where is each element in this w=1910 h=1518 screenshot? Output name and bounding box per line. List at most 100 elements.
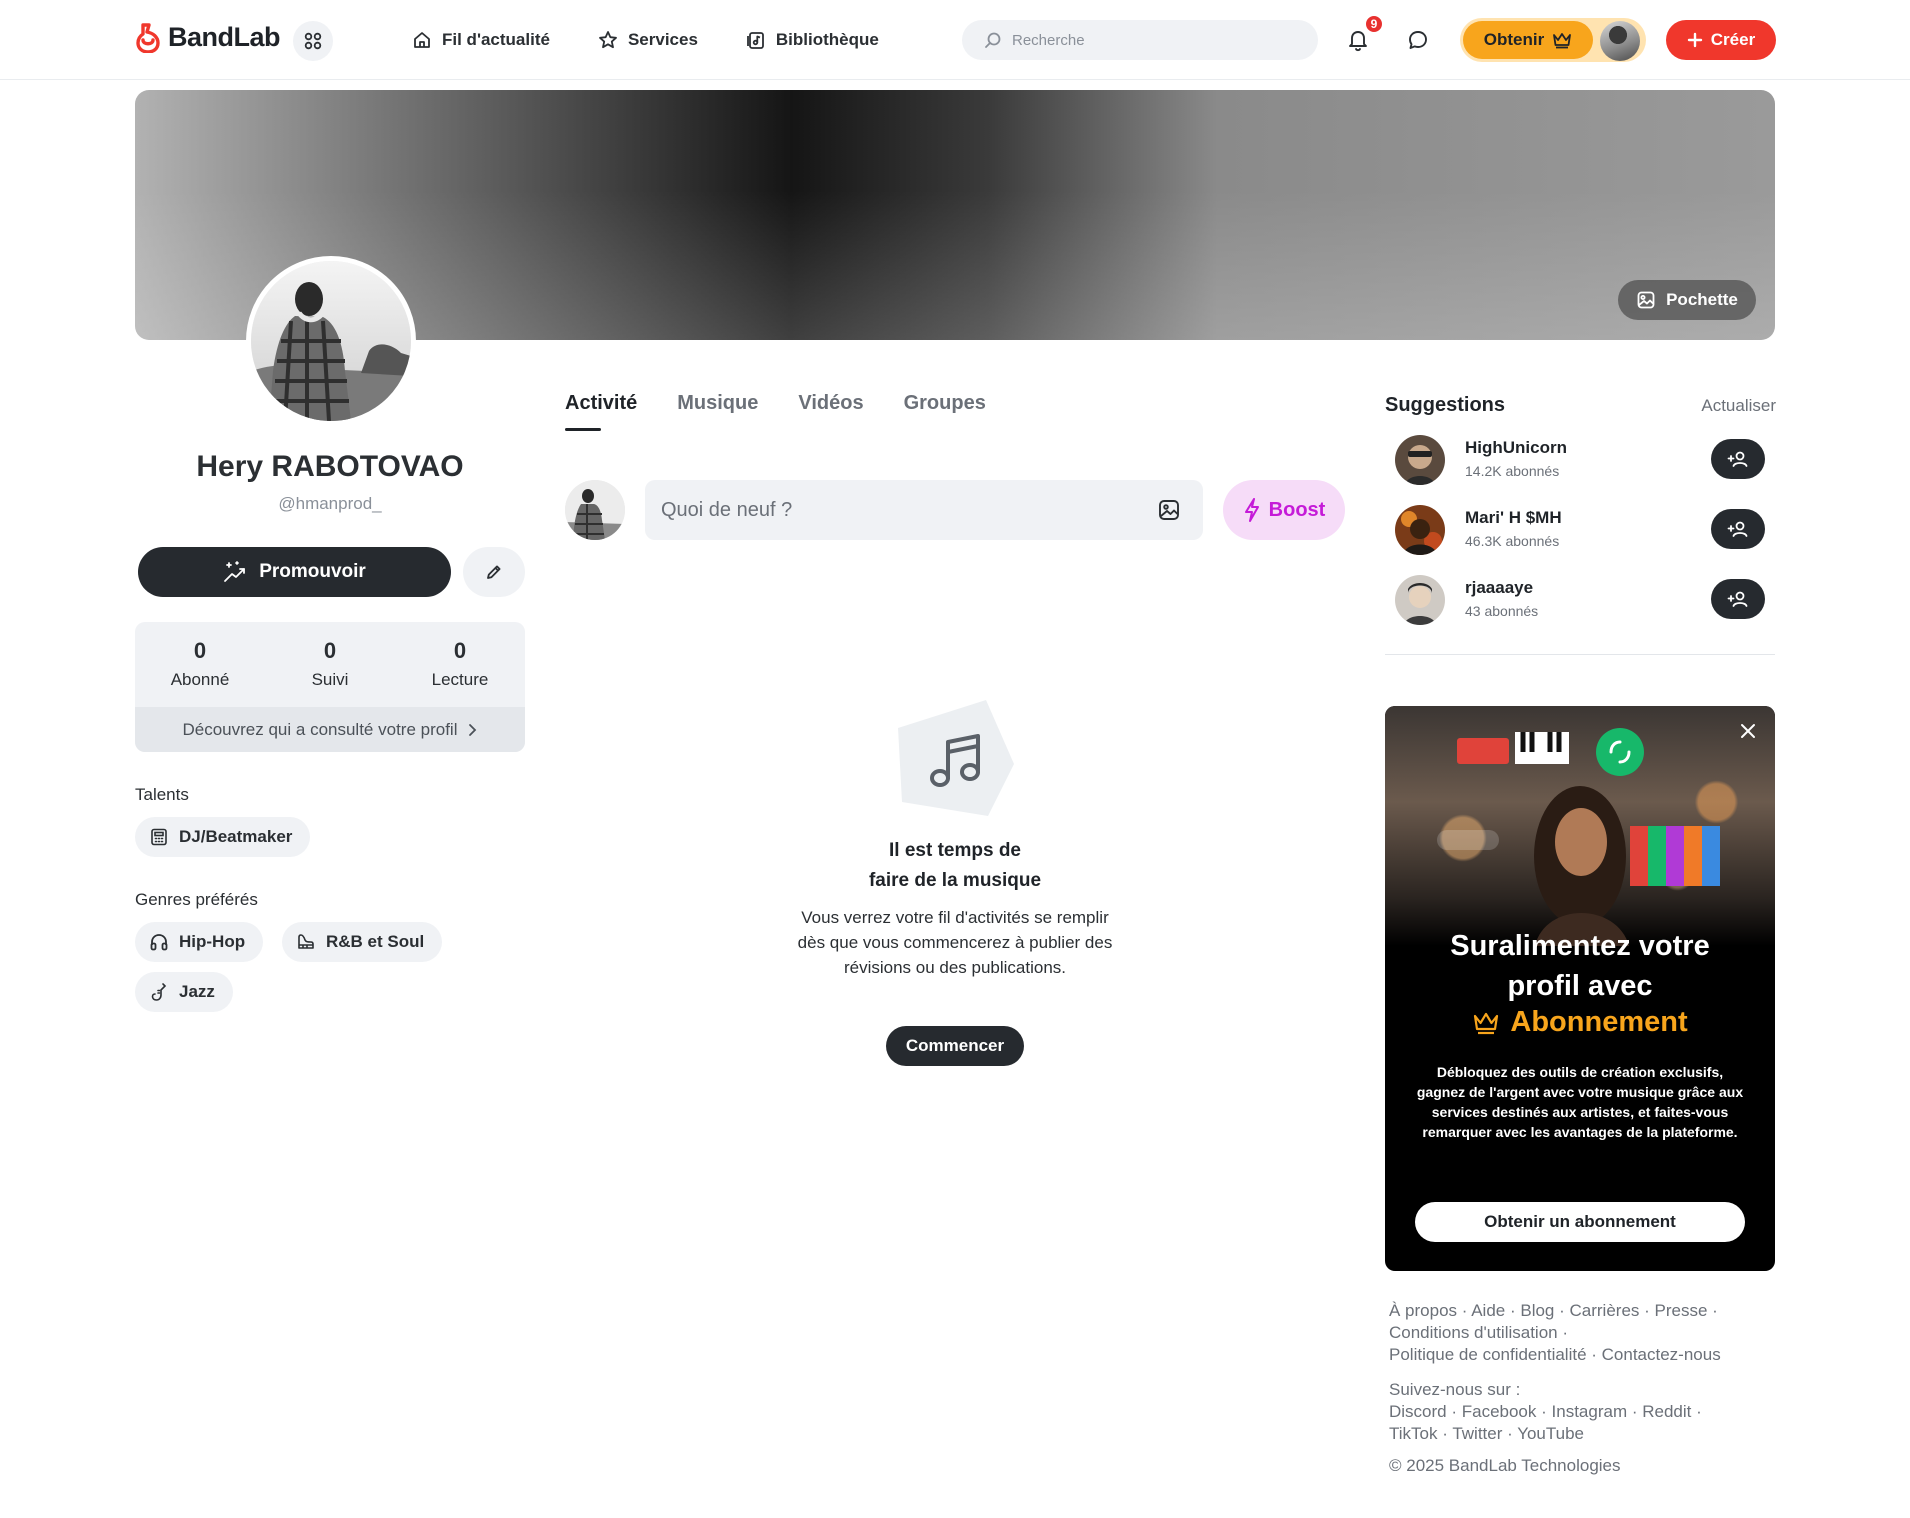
footer-follow-title: Suivez-nous sur : xyxy=(1389,1380,1521,1399)
genre-chip-jazz[interactable]: Jazz xyxy=(135,972,233,1012)
brand-name: BandLab xyxy=(168,22,281,52)
suggestion-avatar xyxy=(1395,505,1445,555)
search-input[interactable] xyxy=(1012,31,1292,49)
edit-profile-button[interactable] xyxy=(463,547,525,597)
suggestions-title: Suggestions xyxy=(1385,394,1506,416)
profile-tabs: Activité Musique Vidéos Groupes xyxy=(565,392,986,431)
tab-music[interactable]: Musique xyxy=(677,392,758,431)
profile-name: Hery RABOTOVAO xyxy=(196,450,464,483)
genre-chip-rnb[interactable]: R&B et Soul xyxy=(282,922,443,962)
social-link-discord[interactable]: Discord xyxy=(1389,1402,1447,1421)
image-upload-icon[interactable] xyxy=(1157,498,1181,522)
empty-state-text: Vous verrez votre fil d'activités se rem… xyxy=(797,908,1113,977)
talent-chip-label: DJ/Beatmaker xyxy=(179,827,293,846)
nav-library[interactable]: Bibliothèque xyxy=(746,26,879,54)
social-link-tiktok[interactable]: TikTok xyxy=(1389,1424,1438,1443)
create-button[interactable]: Créer xyxy=(1666,20,1776,60)
suggestion-item[interactable]: rjaaaaye 43 abonnés xyxy=(1395,575,1765,627)
nav-library-label: Bibliothèque xyxy=(775,30,879,49)
start-button[interactable]: Commencer xyxy=(886,1026,1024,1066)
stat-following-label: Suivi xyxy=(311,670,349,689)
promo-description: Débloquez des outils de création exclusi… xyxy=(1416,1064,1744,1140)
social-link-reddit[interactable]: Reddit xyxy=(1642,1402,1691,1421)
empty-state-title-line2: faire de la musique xyxy=(868,870,1042,891)
follow-button[interactable] xyxy=(1711,579,1765,619)
nav-services[interactable]: Services xyxy=(598,26,698,54)
social-link-instagram[interactable]: Instagram xyxy=(1552,1402,1628,1421)
add-user-icon xyxy=(1727,451,1748,467)
profile-views-link[interactable]: Découvrez qui a consulté votre profil xyxy=(135,707,525,752)
post-composer-input[interactable] xyxy=(661,498,1121,522)
suggestion-item[interactable]: Mari' H $MH 46.3K abonnés xyxy=(1395,505,1765,557)
social-link-twitter[interactable]: Twitter xyxy=(1452,1424,1502,1443)
promo-heading-line2: profil avec xyxy=(1507,970,1653,1002)
suggestion-name: HighUnicorn xyxy=(1465,438,1567,457)
footer-link-contact[interactable]: Contactez-nous xyxy=(1602,1345,1721,1364)
footer-link-help[interactable]: Aide xyxy=(1471,1301,1505,1320)
nav-feed-label: Fil d'actualité xyxy=(442,30,550,49)
user-avatar[interactable] xyxy=(1600,21,1640,61)
tab-groups[interactable]: Groupes xyxy=(904,392,986,431)
main-nav: Fil d'actualité Services Bibliothèque xyxy=(412,26,927,54)
bandlab-logo-icon xyxy=(136,22,160,53)
talent-chip-dj[interactable]: DJ/Beatmaker xyxy=(135,817,311,857)
promo-heading-line1: Suralimentez votre xyxy=(1450,930,1710,962)
profile-photo xyxy=(251,261,411,421)
footer-link-terms[interactable]: Conditions d'utilisation xyxy=(1389,1323,1558,1342)
boost-button[interactable]: Boost xyxy=(1223,480,1345,540)
stat-plays[interactable]: 0 Lecture xyxy=(395,638,525,690)
composer-avatar-photo xyxy=(565,480,625,540)
apps-grid-button[interactable] xyxy=(293,21,333,61)
apps-grid-icon xyxy=(304,32,322,50)
chevron-right-icon xyxy=(469,723,477,736)
image-icon xyxy=(1637,291,1655,309)
post-composer[interactable] xyxy=(645,480,1203,540)
follow-button[interactable] xyxy=(1711,439,1765,479)
star-icon xyxy=(599,31,617,49)
headphones-icon xyxy=(150,934,168,951)
talents-title: Talents xyxy=(135,785,189,804)
tab-videos[interactable]: Vidéos xyxy=(798,392,863,431)
footer-link-about[interactable]: À propos xyxy=(1389,1301,1457,1320)
copyright: © 2025 BandLab Technologies xyxy=(1389,1456,1621,1475)
footer-link-privacy[interactable]: Politique de confidentialité xyxy=(1389,1345,1587,1364)
footer-link-press[interactable]: Presse xyxy=(1655,1301,1708,1320)
profile-stats: 0 Abonné 0 Suivi 0 Lecture Découvrez qui… xyxy=(135,622,525,752)
music-note-illustration xyxy=(898,700,1014,816)
profile-avatar[interactable] xyxy=(246,256,416,426)
search-icon xyxy=(985,32,1001,48)
promo-image xyxy=(1385,706,1775,946)
cover-edit-button[interactable]: Pochette xyxy=(1618,280,1756,320)
promo-illustration xyxy=(1437,728,1720,946)
create-button-label: Créer xyxy=(1710,30,1756,49)
genre-chip-label: Jazz xyxy=(179,982,215,1001)
footer-link-blog[interactable]: Blog xyxy=(1520,1301,1554,1320)
footer-link-careers[interactable]: Carrières xyxy=(1570,1301,1640,1320)
nav-feed[interactable]: Fil d'actualité xyxy=(412,26,550,54)
home-icon xyxy=(414,32,430,48)
footer-links: À propos · Aide · Blog · Carrières · Pre… xyxy=(1389,1301,1721,1364)
search-bar[interactable] xyxy=(962,20,1318,60)
stat-following[interactable]: 0 Suivi xyxy=(265,638,395,690)
refresh-suggestions-link[interactable]: Actualiser xyxy=(1690,396,1776,416)
obtenir-button[interactable]: Obtenir xyxy=(1463,21,1593,59)
chat-icon[interactable] xyxy=(1404,26,1432,54)
suggestion-item[interactable]: HighUnicorn 14.2K abonnés xyxy=(1395,435,1765,487)
social-link-facebook[interactable]: Facebook xyxy=(1462,1402,1537,1421)
composer-avatar xyxy=(565,480,625,540)
nav-services-label: Services xyxy=(627,30,698,49)
genre-chip-hiphop[interactable]: Hip-Hop xyxy=(135,922,264,962)
get-subscription-button[interactable]: Obtenir un abonnement xyxy=(1415,1202,1745,1242)
top-navigation-bar: BandLab Fil d'actualité Services Bibliot… xyxy=(0,0,1910,80)
tab-activity[interactable]: Activité xyxy=(565,392,637,431)
social-link-youtube[interactable]: YouTube xyxy=(1517,1424,1584,1443)
stat-followers[interactable]: 0 Abonné xyxy=(135,638,265,690)
promote-button[interactable]: Promouvoir xyxy=(138,547,451,597)
profile-handle: @hmanprod_ xyxy=(278,494,382,513)
suggestions-divider xyxy=(1385,654,1775,655)
profile-views-label: Découvrez qui a consulté votre profil xyxy=(182,719,458,739)
follow-button[interactable] xyxy=(1711,509,1765,549)
bandlab-logo[interactable]: BandLab xyxy=(134,22,281,53)
close-icon[interactable] xyxy=(1735,718,1761,744)
notification-badge: 9 xyxy=(1364,14,1384,34)
